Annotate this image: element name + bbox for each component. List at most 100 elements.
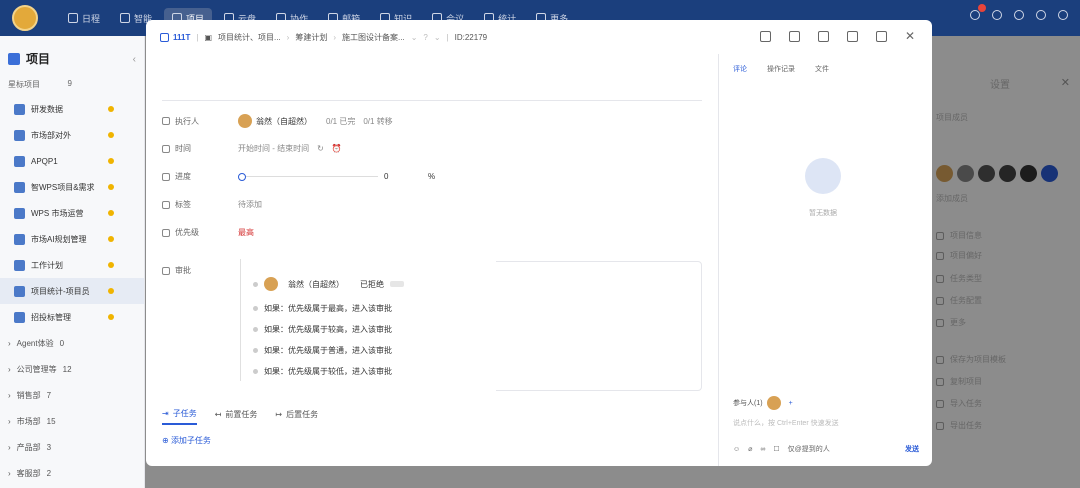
flag-icon: [162, 228, 170, 237]
step-dot: [253, 306, 258, 311]
sidebar-item[interactable]: APQP1: [0, 148, 144, 174]
more-icon[interactable]: [876, 31, 887, 42]
info-icon[interactable]: [1014, 10, 1024, 20]
add-subtask-button[interactable]: ⊕ 添加子任务: [162, 435, 211, 446]
notification-badge: [978, 4, 986, 12]
tab-history[interactable]: 操作记录: [767, 64, 795, 74]
sidebar-group[interactable]: › 公司管理等 12: [0, 356, 144, 382]
item-label: 招投标管理: [31, 312, 71, 322]
priority-label: 优先级: [162, 227, 238, 238]
sidebar-group[interactable]: › 客服部 2: [0, 460, 144, 486]
tab-successors[interactable]: ↦ 后置任务: [275, 408, 318, 425]
progress-value[interactable]: 0: [384, 172, 414, 181]
progress-slider[interactable]: [238, 172, 378, 181]
only-mentioned-toggle[interactable]: 仅@提到的人: [788, 444, 830, 454]
sidebar-item[interactable]: 市场部对外: [0, 122, 144, 148]
tab-comments[interactable]: 评论: [733, 64, 747, 74]
tag-icon: [162, 200, 170, 209]
task-detail-modal: 111T | ▣ 项目统计、项目... › 筹建计划 › 施工图设计备案... …: [146, 20, 932, 466]
question-icon[interactable]: [992, 10, 1002, 20]
sidebar-header: 项目: [0, 36, 144, 73]
project-icon: [14, 181, 25, 193]
comment-input[interactable]: 说点什么，按 Ctrl+Enter 快速发送: [733, 418, 839, 428]
nav-item[interactable]: 日程: [60, 8, 108, 29]
tab-files[interactable]: 文件: [815, 64, 829, 74]
thumb-up-icon[interactable]: [789, 31, 800, 42]
star-icon[interactable]: [108, 210, 114, 216]
star-section[interactable]: 星标项目 9: [0, 73, 80, 96]
tab-label: 后置任务: [286, 410, 319, 419]
time-value[interactable]: 开始时间 - 结束时间: [238, 143, 309, 154]
collapse-icon[interactable]: ‹: [133, 54, 136, 65]
chevron-down-icon[interactable]: ⌄: [434, 33, 441, 42]
slider-handle[interactable]: [238, 172, 246, 181]
star-icon[interactable]: [108, 236, 114, 242]
sidebar-item[interactable]: 智WPS项目&需求: [0, 174, 144, 200]
successor-icon: ↦: [275, 410, 283, 419]
star-icon[interactable]: [108, 106, 114, 112]
star-icon[interactable]: [108, 262, 114, 268]
user-icon[interactable]: [1058, 10, 1068, 20]
star-icon[interactable]: [108, 158, 114, 164]
star-icon[interactable]: [108, 314, 114, 320]
sidebar-item[interactable]: WPS 市场运营: [0, 200, 144, 226]
plus-icon[interactable]: +: [789, 400, 793, 407]
app-logo[interactable]: [12, 5, 38, 31]
emoji-icon[interactable]: ☺: [733, 446, 740, 453]
time-label: 时间: [162, 143, 238, 154]
sidebar-group[interactable]: › 销售部 7: [0, 382, 144, 408]
avatar[interactable]: [264, 277, 278, 291]
project-icon: [14, 129, 25, 141]
checkbox-icon[interactable]: [160, 32, 169, 42]
chevron-right-icon: ›: [8, 442, 11, 452]
sidebar-group[interactable]: › Agent体验 0: [0, 330, 144, 356]
user-add-icon[interactable]: [847, 31, 858, 42]
tab-subtasks[interactable]: ⇥ 子任务: [162, 408, 197, 425]
breadcrumb-item[interactable]: 施工图设计备案...: [342, 32, 405, 43]
send-button[interactable]: 发送: [905, 444, 919, 454]
gear-icon[interactable]: [1036, 10, 1046, 20]
share-icon[interactable]: [760, 31, 771, 42]
section-count: 9: [67, 79, 72, 88]
star-icon[interactable]: [108, 132, 114, 138]
priority-row: 优先级 最高: [162, 227, 254, 238]
attach-icon[interactable]: ⌀: [748, 445, 752, 453]
sidebar-group[interactable]: › 市场部 15: [0, 408, 144, 434]
checkbox-icon[interactable]: ☐: [773, 445, 779, 453]
assignee-name[interactable]: 翁然（自超然）: [256, 116, 312, 127]
bell-icon[interactable]: [970, 10, 980, 20]
approval-rule: 如果：优先级属于较高，进入该审批: [253, 324, 392, 335]
link-icon[interactable]: ∞: [760, 446, 765, 453]
help-icon[interactable]: ?: [423, 33, 427, 42]
field-label: 审批: [175, 266, 191, 275]
lock-icon: [162, 266, 170, 275]
sidebar-item-selected[interactable]: 项目统计-项目员: [0, 278, 144, 304]
repeat-icon[interactable]: ↻: [317, 144, 324, 153]
send-icon[interactable]: [818, 31, 829, 42]
breadcrumb-item[interactable]: 项目统计、项目...: [218, 32, 281, 43]
star-icon[interactable]: [108, 288, 114, 294]
chevron-down-icon[interactable]: ⌄: [411, 33, 418, 42]
sidebar-group[interactable]: › 产品部 3: [0, 434, 144, 460]
sidebar-item[interactable]: 工作计划: [0, 252, 144, 278]
star-icon[interactable]: [108, 184, 114, 190]
chevron-right-icon: ›: [8, 468, 11, 478]
alarm-icon[interactable]: ⏰: [332, 144, 342, 153]
predecessor-icon: ↤: [214, 410, 222, 419]
breadcrumb-item[interactable]: 筹建计划: [295, 32, 327, 43]
nav-label: 日程: [82, 13, 101, 24]
field-label: 时间: [175, 144, 191, 153]
avatar[interactable]: [766, 396, 781, 410]
tab-predecessors[interactable]: ↤ 前置任务: [215, 408, 258, 425]
group-label: 公司管理等: [16, 364, 57, 374]
sidebar-item[interactable]: 市场AI规划管理: [0, 226, 144, 252]
priority-value[interactable]: 最高: [238, 227, 254, 238]
close-icon[interactable]: ✕: [905, 30, 916, 42]
rule-text: 如果：优先级属于较高，进入该审批: [264, 325, 392, 334]
tag-value[interactable]: 待添加: [238, 199, 262, 210]
sidebar-item[interactable]: 招投标管理: [0, 304, 144, 330]
chevron-right-icon: ›: [8, 390, 11, 400]
avatar[interactable]: [238, 114, 252, 128]
project-icon: [14, 103, 25, 115]
sidebar-item[interactable]: 研发数据: [0, 96, 144, 122]
